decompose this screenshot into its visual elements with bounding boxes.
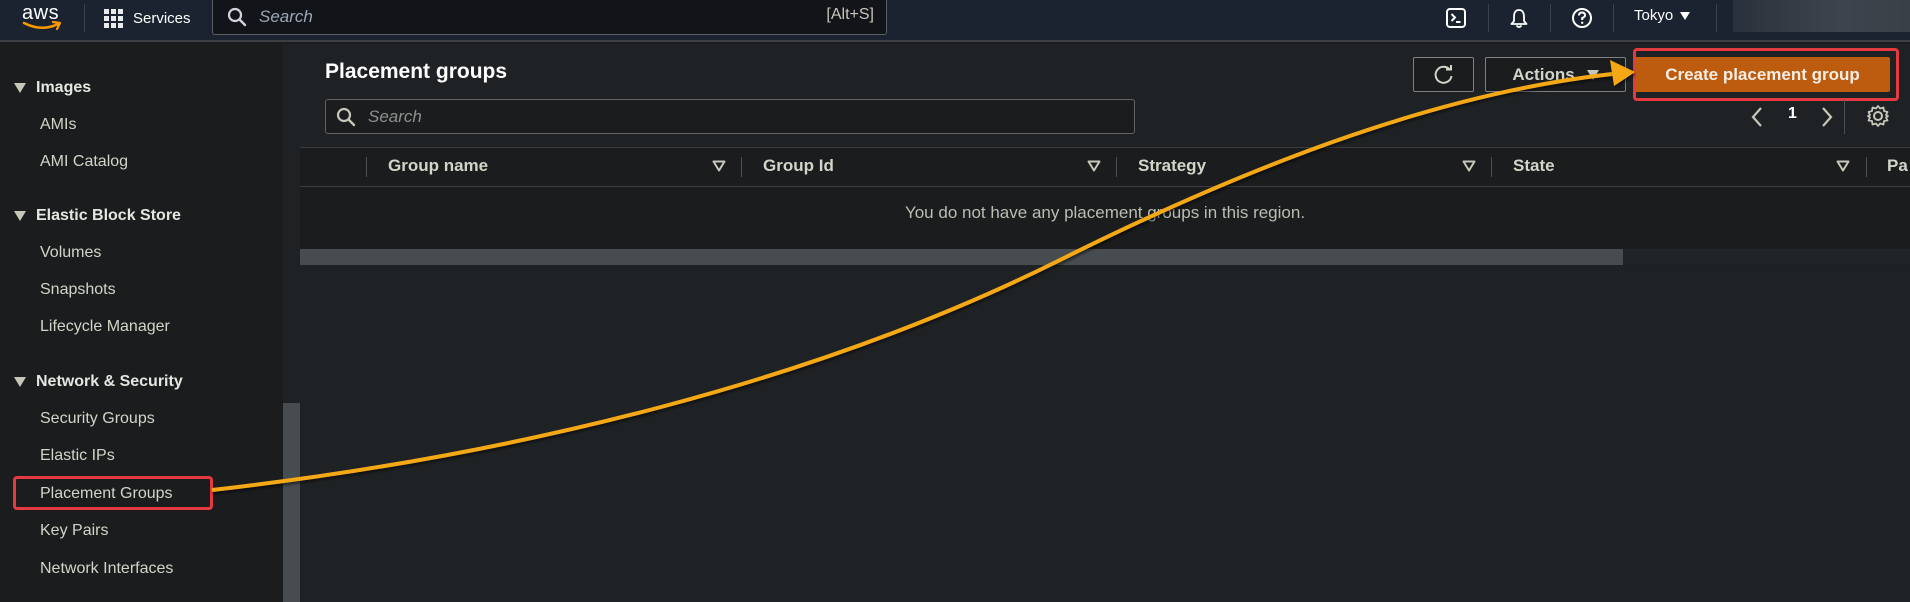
column-divider[interactable] [1866, 157, 1867, 177]
aws-smile-icon [22, 20, 62, 31]
column-divider [366, 157, 367, 177]
grid-icon [104, 8, 123, 28]
search-icon [336, 107, 356, 126]
region-selector[interactable]: Tokyo [1634, 7, 1691, 24]
nav-divider [1550, 4, 1551, 32]
page-title: Placement groups [325, 60, 508, 83]
sidebar-section-label: Elastic Block Store [36, 207, 181, 224]
caret-down-icon [14, 211, 26, 221]
nav-divider [1488, 4, 1489, 32]
sidebar-item-volumes[interactable]: Volumes [40, 244, 101, 262]
column-divider[interactable] [1491, 157, 1492, 177]
previous-page-button[interactable] [1750, 106, 1764, 128]
sidebar-section-images[interactable]: Images [14, 79, 91, 97]
top-navigation: aws Services Search [Alt+S] Tokyo [0, 0, 1910, 42]
filter-search-placeholder: Search [368, 106, 422, 126]
sort-icon[interactable] [1462, 160, 1476, 172]
next-page-button[interactable] [1820, 106, 1834, 128]
services-menu-button[interactable]: Services [104, 6, 191, 30]
sidebar-item-placement-groups[interactable]: Placement Groups [40, 485, 173, 503]
sidebar-section-network-security[interactable]: Network & Security [14, 373, 183, 391]
help-icon [1572, 8, 1592, 28]
refresh-button[interactable] [1413, 57, 1474, 92]
column-header-state[interactable]: State [1513, 156, 1555, 176]
sidebar-item-elastic-ips[interactable]: Elastic IPs [40, 447, 115, 465]
search-icon [227, 7, 247, 27]
current-page-number[interactable]: 1 [1788, 105, 1797, 123]
account-menu-redacted[interactable] [1733, 0, 1910, 32]
refresh-icon [1434, 64, 1452, 84]
sidebar-section-label: Network & Security [36, 373, 183, 390]
preferences-gear-icon[interactable] [1866, 104, 1890, 128]
sidebar-scrollbar-thumb[interactable] [283, 403, 300, 602]
column-header-strategy[interactable]: Strategy [1138, 156, 1206, 176]
create-placement-group-label: Create placement group [1665, 64, 1860, 84]
table-header [300, 148, 1910, 186]
global-search-placeholder: Search [259, 7, 313, 26]
table-horizontal-scrollbar-thumb[interactable] [300, 249, 1623, 265]
actions-label: Actions [1512, 64, 1575, 84]
sidebar-item-ami-catalog[interactable]: AMI Catalog [40, 153, 128, 171]
column-header-group-name[interactable]: Group name [388, 156, 488, 176]
aws-logo[interactable]: aws [20, 2, 66, 36]
help-button[interactable] [1570, 6, 1594, 30]
sidebar-section-elastic-block-store[interactable]: Elastic Block Store [14, 207, 181, 225]
sidebar-item-key-pairs[interactable]: Key Pairs [40, 522, 108, 540]
nav-divider [84, 4, 85, 32]
sidebar-item-security-groups[interactable]: Security Groups [40, 410, 155, 428]
aws-console: aws Services Search [Alt+S] Tokyo Images… [0, 0, 1910, 602]
search-shortcut-hint: [Alt+S] [826, 6, 874, 23]
column-divider[interactable] [1116, 157, 1117, 177]
caret-down-icon [1586, 69, 1599, 80]
empty-state-message: You do not have any placement groups in … [904, 203, 1306, 222]
sidebar: Images AMIs AMI Catalog Elastic Block St… [0, 44, 282, 602]
services-label: Services [133, 9, 191, 27]
sort-icon[interactable] [1836, 160, 1850, 172]
sidebar-item-amis[interactable]: AMIs [40, 116, 76, 134]
actions-dropdown-button[interactable]: Actions [1485, 57, 1626, 92]
bell-icon [1510, 9, 1528, 28]
sort-icon[interactable] [1087, 160, 1101, 172]
filter-search-input[interactable]: Search [325, 99, 1135, 134]
sidebar-item-network-interfaces[interactable]: Network Interfaces [40, 560, 173, 578]
global-search-input[interactable]: Search [Alt+S] [212, 0, 887, 35]
sidebar-item-snapshots[interactable]: Snapshots [40, 281, 116, 299]
sidebar-section-label: Images [36, 79, 92, 96]
nav-divider [1716, 4, 1717, 32]
create-placement-group-button[interactable]: Create placement group [1635, 57, 1890, 92]
sort-icon[interactable] [712, 160, 726, 172]
pagination-divider [1844, 100, 1845, 134]
caret-down-icon [14, 377, 26, 387]
cloudshell-button[interactable] [1444, 6, 1468, 30]
nav-divider [1613, 4, 1614, 32]
column-divider[interactable] [741, 157, 742, 177]
caret-down-icon [1680, 11, 1691, 20]
column-header-group-id[interactable]: Group Id [763, 156, 834, 176]
caret-down-icon [14, 83, 26, 93]
region-label: Tokyo [1634, 7, 1674, 24]
cloudshell-icon [1446, 8, 1466, 28]
column-header-partition[interactable]: Pa [1887, 156, 1908, 176]
notifications-button[interactable] [1507, 6, 1531, 30]
sidebar-item-lifecycle-manager[interactable]: Lifecycle Manager [40, 318, 170, 336]
